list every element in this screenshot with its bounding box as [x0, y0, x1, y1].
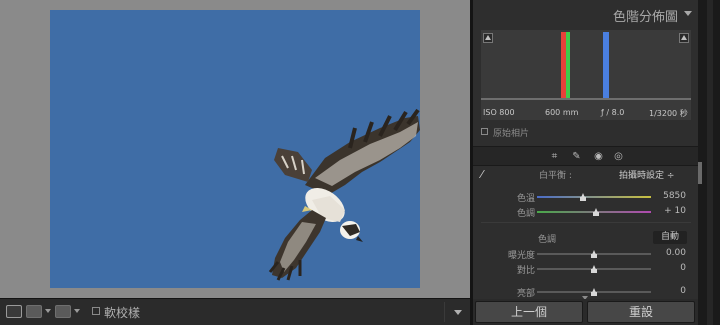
compare-view-dropdown-icon[interactable]: [45, 309, 51, 313]
tint-slider-row: 色調 + 10: [473, 205, 698, 219]
temperature-value[interactable]: 5850: [663, 191, 686, 201]
spot-removal-icon[interactable]: ✎: [571, 151, 582, 162]
section-divider: [481, 222, 691, 223]
reset-button[interactable]: 重設: [587, 301, 695, 323]
scrollbar-thumb[interactable]: [707, 0, 713, 325]
soft-proof-label: 軟校樣: [104, 306, 141, 320]
photo-viewer: [0, 0, 470, 298]
exposure-slider-row: 曝光度 0.00: [473, 247, 698, 261]
exposure-label: 曝光度: [507, 251, 535, 261]
chevron-down-icon: [454, 310, 462, 315]
soft-proof-checkbox[interactable]: [92, 307, 100, 315]
loupe-view-button[interactable]: [6, 305, 22, 318]
original-photo-checkbox[interactable]: [481, 128, 488, 135]
shutter-info: 1/3200 秒: [649, 109, 688, 118]
panel-bottom-bar: 上一個 重設: [473, 299, 698, 325]
contrast-slider-row: 對比 0: [473, 262, 698, 276]
aperture-info: ƒ / 8.0: [601, 108, 625, 117]
histogram-title: 色階分佈圖: [612, 10, 678, 25]
histogram-header[interactable]: 色階分佈圖: [473, 0, 698, 26]
toolbar-options-dropdown[interactable]: [444, 302, 468, 322]
temperature-slider[interactable]: [537, 196, 651, 198]
crop-icon[interactable]: ⌗: [549, 151, 560, 162]
previous-button[interactable]: 上一個: [475, 301, 583, 323]
white-balance-label: 白平衡 :: [539, 171, 572, 181]
photo-osprey[interactable]: [50, 10, 420, 288]
tint-label: 色調: [516, 209, 535, 219]
red-eye-icon[interactable]: ◉: [593, 151, 604, 162]
exposure-value[interactable]: 0.00: [666, 248, 686, 258]
tone-row: 色調 自動: [473, 231, 698, 245]
tone-label: 色調: [538, 235, 557, 245]
eyedropper-icon[interactable]: ⁄: [481, 168, 495, 182]
auto-tone-button[interactable]: 自動: [653, 231, 687, 244]
tint-slider-knob[interactable]: [593, 208, 600, 216]
tint-value[interactable]: + 10: [664, 206, 686, 216]
bottom-toolbar: 軟校樣: [0, 298, 470, 325]
collapse-triangle-icon[interactable]: [684, 11, 692, 16]
panel-resize-handle[interactable]: [698, 162, 702, 184]
histogram-red-channel: [561, 32, 566, 100]
temperature-slider-knob[interactable]: [579, 193, 586, 201]
white-balance-row: ⁄ 白平衡 : 拍攝時設定 ÷: [481, 168, 691, 182]
panel-scrollbar[interactable]: [698, 0, 720, 325]
histogram-green-channel: [566, 32, 570, 100]
highlight-clipping-toggle[interactable]: [679, 33, 689, 43]
before-after-button[interactable]: [55, 305, 71, 318]
before-after-dropdown-icon[interactable]: [74, 309, 80, 313]
original-photo-label: 原始相片: [493, 129, 530, 139]
highlights-label: 亮部: [516, 289, 535, 299]
temperature-slider-row: 色溫 5850: [473, 190, 698, 204]
temperature-label: 色溫: [516, 194, 535, 204]
contrast-slider-knob[interactable]: [591, 265, 597, 273]
shadow-clipping-toggle[interactable]: [483, 33, 493, 43]
histogram-blue-channel: [603, 32, 609, 100]
exposure-slider-knob[interactable]: [591, 250, 597, 258]
tool-strip: ⌗ ✎ ◉ ◎: [473, 146, 698, 166]
histogram-graph: [481, 32, 691, 100]
triangle-up-icon: [681, 35, 687, 40]
develop-panel: 色階分佈圖 ISO 800 600 mm ƒ / 8.0 1/3200 秒 原始…: [473, 0, 698, 325]
osprey-illustration: [268, 108, 420, 281]
histogram[interactable]: ISO 800 600 mm ƒ / 8.0 1/3200 秒: [481, 30, 691, 120]
triangle-up-icon: [485, 35, 491, 40]
white-balance-select[interactable]: 拍攝時設定 ÷: [619, 168, 674, 181]
highlights-slider-knob[interactable]: [591, 288, 597, 296]
contrast-value[interactable]: 0: [680, 263, 686, 273]
iso-info: ISO 800: [483, 108, 515, 117]
contrast-label: 對比: [516, 266, 535, 276]
focal-length-info: 600 mm: [545, 108, 579, 117]
compare-view-button[interactable]: [26, 305, 42, 318]
highlights-value[interactable]: 0: [680, 286, 686, 296]
graduated-filter-icon[interactable]: ◎: [613, 151, 624, 162]
